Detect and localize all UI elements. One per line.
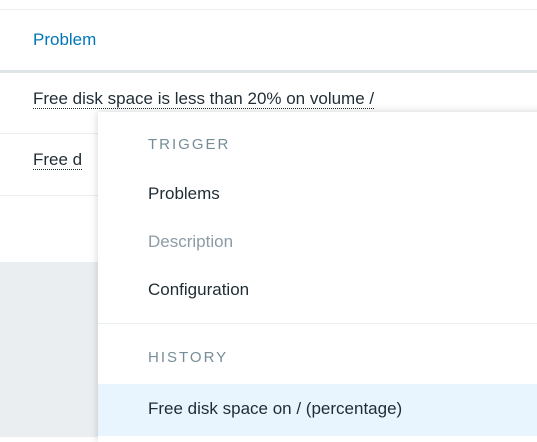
problem-link[interactable]: Free disk space is less than 20% on volu…	[33, 89, 375, 109]
menu-item-problems[interactable]: Problems	[98, 174, 537, 214]
menu-item-label: Problems	[148, 184, 220, 203]
menu-item-history-graph[interactable]: Free disk space on / (percentage)	[98, 384, 537, 436]
context-menu: TRIGGER Problems Description Configurati…	[98, 112, 537, 442]
problems-page: Problem Free disk space is less than 20%…	[0, 0, 537, 442]
menu-item-label: Description	[148, 232, 234, 251]
table-header-row: Problem	[0, 10, 537, 70]
menu-item-label: Configuration	[148, 280, 250, 299]
menu-item-label: Free disk space on / (percentage)	[148, 399, 403, 418]
trigger-section-header: TRIGGER	[148, 136, 231, 153]
problem-link[interactable]: Free d	[33, 150, 83, 170]
problem-column-header[interactable]: Problem	[33, 30, 96, 50]
menu-item-configuration[interactable]: Configuration	[98, 270, 537, 310]
menu-item-description: Description	[98, 222, 537, 262]
history-section-header: HISTORY	[148, 349, 229, 366]
menu-divider	[98, 323, 537, 324]
